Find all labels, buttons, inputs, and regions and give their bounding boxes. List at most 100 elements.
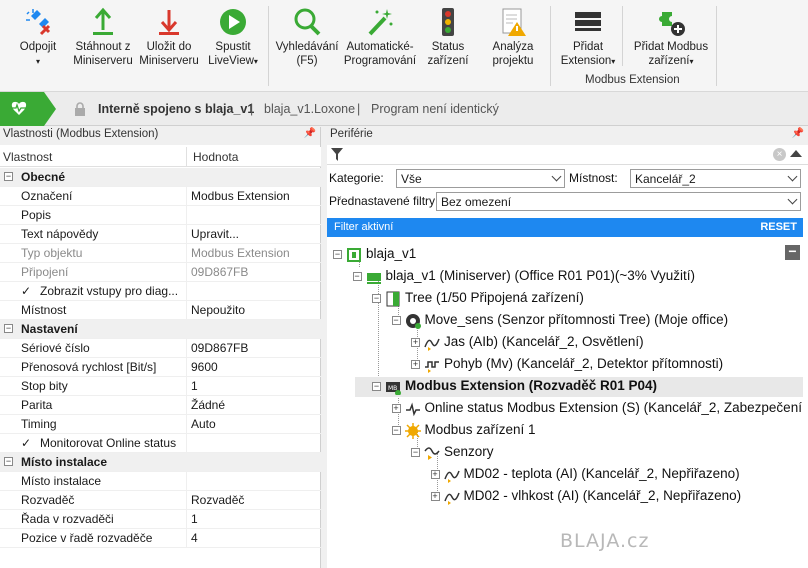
collapse-toggle-icon[interactable]: − [352, 272, 362, 281]
property-value[interactable]: 1 [191, 512, 198, 526]
analysis-icon [502, 8, 526, 36]
property-row[interactable]: Stop bity 1 [0, 377, 321, 396]
property-row[interactable]: ✓ Monitorovat Online status [0, 434, 321, 453]
expand-toggle-icon[interactable]: + [411, 338, 420, 347]
ribbon-separator [622, 6, 623, 66]
pin-icon[interactable]: 📌 [304, 128, 316, 139]
property-row[interactable]: Sériové číslo 09D867FB [0, 339, 321, 358]
property-value[interactable]: Modbus Extension [191, 189, 290, 203]
tree-node-label: MD02 - vlhkost (AI) (Kancelář_2, Nepřiřa… [463, 488, 742, 503]
analog-input-icon [443, 492, 460, 505]
search-button[interactable]: Vyhledávání (F5) [272, 0, 342, 78]
device-status-button[interactable]: Status zařízení [418, 0, 478, 78]
save-to-miniserver-button[interactable]: Uložit do Miniserveru [136, 0, 202, 78]
property-value[interactable]: Modbus Extension [191, 246, 290, 260]
tree-node[interactable]: + MD02 - vlhkost (AI) (Kancelář_2, Nepřiř… [430, 487, 798, 507]
property-name: Místnost [21, 303, 67, 317]
project-file-name: blaja_v1.Loxone [264, 102, 356, 116]
checkmark-icon[interactable]: ✓ [21, 284, 31, 298]
property-value[interactable]: Auto [191, 417, 216, 431]
tree-node[interactable]: − Tree (1/50 Připojená zařízení) [372, 289, 797, 309]
property-row[interactable]: Parita Žádné [0, 396, 321, 415]
ribbon-separator [716, 6, 717, 86]
search-filter-bar[interactable]: × [327, 145, 808, 165]
download-from-miniserver-button[interactable]: Stáhnout z Miniserveru [70, 0, 136, 78]
property-row[interactable]: Timing Auto [0, 415, 321, 434]
clear-search-icon[interactable]: × [773, 148, 786, 161]
checkmark-icon[interactable]: ✓ [21, 436, 31, 450]
loxone-logo-icon [0, 92, 56, 126]
category-select[interactable]: Vše [396, 169, 565, 188]
property-name: Místo instalace [21, 455, 108, 469]
tree-node[interactable]: − Move_sens (Senzor přítomnosti Tree) (Mo… [391, 311, 798, 331]
property-value[interactable]: 1 [191, 379, 198, 393]
property-category[interactable]: − Obecné [0, 168, 321, 187]
property-row[interactable]: Připojení 09D867FB [0, 263, 321, 282]
tree-node-label: Modbus zařízení 1 [424, 422, 536, 437]
chevron-down-icon [787, 171, 798, 182]
property-value[interactable]: Žádné [191, 398, 225, 412]
reset-button[interactable]: RESET [760, 221, 797, 233]
add-extension-button[interactable]: Přidat Extension▾ [554, 0, 622, 78]
tree-node[interactable]: + Jas (AIb) (Kancelář_2, Osvětlení) [411, 333, 797, 353]
expand-toggle-icon[interactable]: + [411, 360, 420, 369]
expand-toggle-icon[interactable]: + [430, 470, 440, 479]
column-header-value[interactable]: Hodnota [193, 150, 238, 164]
property-value[interactable]: Rozvaděč [191, 493, 244, 507]
modbus-device-icon [404, 423, 421, 439]
tree-node[interactable]: + Pohyb (Mv) (Kancelář_2, Detektor přítom… [411, 355, 797, 375]
property-row[interactable]: Typ objektu Modbus Extension [0, 244, 321, 263]
collapse-toggle-icon[interactable]: − [372, 294, 381, 303]
property-row[interactable]: Řada v rozvaděči 1 [0, 510, 321, 529]
property-row[interactable]: Popis [0, 206, 321, 225]
property-row[interactable]: Místo instalace [0, 472, 321, 491]
property-row[interactable]: Rozvaděč Rozvaděč [0, 491, 321, 510]
project-analysis-button[interactable]: Analýza projektu [478, 0, 548, 78]
pin-icon[interactable]: 📌 [792, 128, 804, 139]
collapse-toggle-icon[interactable]: − [4, 457, 13, 466]
disconnect-button[interactable]: Odpojit ▾ [6, 0, 70, 78]
collapse-toggle-icon[interactable]: − [333, 250, 342, 259]
property-value[interactable]: 9600 [191, 360, 218, 374]
property-row[interactable]: Text nápovědy Upravit... [0, 225, 321, 244]
tree-node-label: Pohyb (Mv) (Kancelář_2, Detektor přítomn… [444, 356, 724, 371]
funnel-icon[interactable] [331, 148, 343, 161]
collapse-filter-icon[interactable] [790, 150, 802, 157]
collapse-toggle-icon[interactable]: − [411, 448, 420, 457]
property-category[interactable]: − Místo instalace [0, 453, 321, 472]
property-row[interactable]: Přenosová rychlost [Bit/s] 9600 [0, 358, 321, 377]
property-value[interactable]: 09D867FB [191, 341, 248, 355]
tree-node[interactable]: − blaja_v1 [333, 245, 797, 265]
start-liveview-button[interactable]: Spustit LiveView▾ [202, 0, 264, 78]
property-category[interactable]: − Nastavení [0, 320, 321, 339]
preset-filters-select[interactable]: Bez omezení [436, 192, 801, 211]
collapse-toggle-icon[interactable]: − [391, 426, 401, 435]
tree-node[interactable]: − Modbus zařízení 1 [391, 421, 798, 441]
tree-node-label: Move_sens (Senzor přítomnosti Tree) (Moj… [424, 312, 729, 327]
room-select[interactable]: Kancelář_2 [630, 169, 801, 188]
tree-node-label: Modbus Extension (Rozvaděč R01 P04) [405, 378, 658, 393]
property-row[interactable]: Označení Modbus Extension [0, 187, 321, 206]
column-header-property[interactable]: Vlastnost [3, 150, 52, 164]
tree-node[interactable]: − MB Modbus Extension (Rozvaděč R01 P04) [355, 377, 803, 397]
collapse-toggle-icon[interactable]: − [4, 324, 13, 333]
expand-toggle-icon[interactable]: + [391, 404, 401, 413]
tree-node[interactable]: − blaja_v1 (Miniserver) (Office R01 P01)(… [352, 267, 798, 287]
tree-node[interactable]: − Senzory [411, 443, 797, 463]
collapse-toggle-icon[interactable]: − [4, 172, 13, 181]
property-row[interactable]: ✓ Zobrazit vstupy pro diag... [0, 282, 321, 301]
property-value[interactable]: 4 [191, 531, 198, 545]
tree-node[interactable]: + MD02 - teplota (AI) (Kancelář_2, Nepřiř… [430, 465, 798, 485]
expand-toggle-icon[interactable]: + [430, 492, 440, 501]
property-value[interactable]: 09D867FB [191, 265, 248, 279]
collapse-toggle-icon[interactable]: − [391, 316, 401, 325]
property-value[interactable]: Upravit... [191, 227, 239, 241]
tree-node[interactable]: + Online status Modbus Extension (S) (Kan… [391, 399, 802, 419]
property-row[interactable]: Místnost Nepoužito [0, 301, 321, 320]
property-value[interactable]: Nepoužito [191, 303, 245, 317]
property-row[interactable]: Pozice v řadě rozvaděče 4 [0, 529, 321, 548]
collapse-toggle-icon[interactable]: − [372, 382, 381, 391]
add-modbus-device-button[interactable]: Přidat Modbus zařízení▾ [626, 0, 716, 78]
ribbon: Odpojit ▾ Stáhnout z Miniserveru Uložit d… [0, 0, 808, 92]
auto-programming-button[interactable]: Automatické- Programování [342, 0, 418, 78]
